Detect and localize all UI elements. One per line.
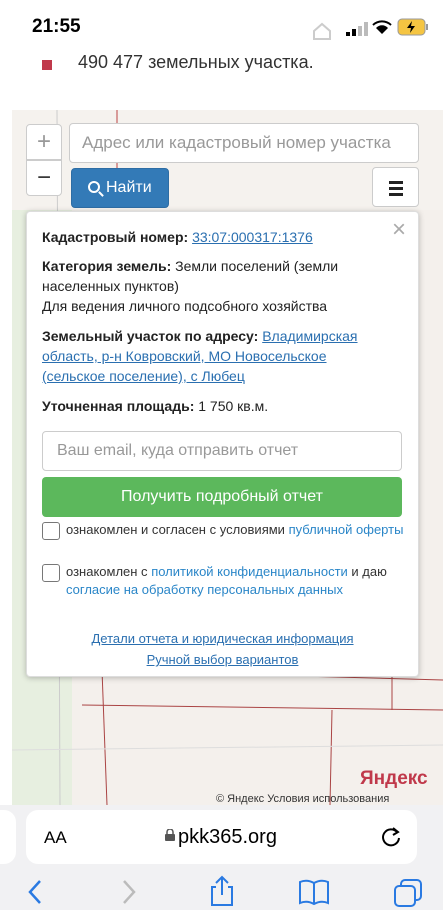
hamburger-icon-line: [389, 187, 403, 190]
area-value: 1 750 кв.м.: [198, 398, 269, 414]
address-row: Земельный участок по адресу: Владимирска…: [42, 326, 382, 386]
category-row: Категория земель: Земли поселений (земли…: [42, 256, 382, 296]
offer-consent-checkbox[interactable]: [42, 522, 60, 540]
menu-button[interactable]: [372, 167, 419, 207]
cellular-signal-icon: [346, 22, 368, 36]
data-processing-consent-link[interactable]: согласие на обработку персональных данны…: [66, 582, 343, 597]
find-button[interactable]: Найти: [71, 168, 169, 208]
category-label: Категория земель:: [42, 258, 172, 274]
home-icon: [313, 22, 331, 40]
search-icon: [88, 181, 100, 193]
address-label: Земельный участок по адресу:: [42, 328, 259, 344]
area-label: Уточненная площадь:: [42, 398, 195, 414]
manual-selection-link[interactable]: Ручной выбор вариантов: [26, 652, 419, 667]
cadastral-number-link[interactable]: 33:07:000317:1376: [192, 229, 313, 245]
reload-icon[interactable]: [380, 826, 402, 848]
cadastral-row: Кадастровый номер: 33:07:000317:1376: [42, 227, 382, 247]
usage-text: Для ведения личного подсобного хозяйства: [42, 298, 328, 314]
status-bar: 21:55: [0, 0, 443, 52]
yandex-logo: Яндекс: [360, 768, 428, 789]
privacy-policy-link[interactable]: политикой конфиденциальности: [151, 564, 348, 579]
parcel-count-text: 490 477 земельных участка.: [78, 52, 314, 72]
hamburger-icon-line: [389, 193, 403, 196]
forward-icon[interactable]: [120, 878, 138, 906]
offer-consent-label: ознакомлен и согласен с условиями публич…: [66, 521, 406, 539]
privacy-consent-text-a: ознакомлен с: [66, 564, 152, 579]
bookmarks-icon[interactable]: [298, 878, 330, 906]
previous-tab-card[interactable]: [0, 810, 16, 864]
bullet-marker: [42, 60, 52, 70]
lock-icon: [165, 829, 175, 841]
find-button-label: Найти: [106, 179, 152, 196]
url-text[interactable]: pkk365.org: [178, 826, 277, 849]
reader-settings-button[interactable]: AA: [44, 828, 67, 848]
yandex-terms-link[interactable]: © Яндекс Условия использования: [216, 793, 389, 805]
cadastral-label: Кадастровый номер:: [42, 229, 189, 245]
close-icon[interactable]: ×: [392, 216, 406, 244]
hamburger-icon: [389, 181, 403, 184]
share-icon[interactable]: [208, 875, 236, 907]
email-field[interactable]: Ваш email, куда отправить отчет: [42, 431, 402, 471]
privacy-consent-checkbox[interactable]: [42, 564, 60, 582]
privacy-consent-label: ознакомлен с политикой конфиденциальност…: [66, 563, 406, 599]
get-report-button[interactable]: Получить подробный отчет: [42, 477, 402, 517]
report-details-link[interactable]: Детали отчета и юридическая информация: [26, 631, 419, 646]
zoom-in-button[interactable]: +: [26, 124, 62, 160]
public-offer-link[interactable]: публичной оферты: [289, 522, 404, 537]
offer-consent-text: ознакомлен и согласен с условиями: [66, 522, 289, 537]
address-search-input[interactable]: Адрес или кадастровый номер участка: [69, 123, 419, 163]
zoom-out-button[interactable]: −: [26, 160, 62, 196]
back-icon[interactable]: [26, 878, 44, 906]
area-row: Уточненная площадь: 1 750 кв.м.: [42, 396, 382, 416]
clock: 21:55: [32, 16, 81, 37]
tabs-icon[interactable]: [393, 878, 423, 908]
battery-charging-icon: [397, 18, 428, 36]
privacy-consent-text-b: и даю: [347, 564, 387, 579]
wifi-icon: [372, 20, 392, 34]
